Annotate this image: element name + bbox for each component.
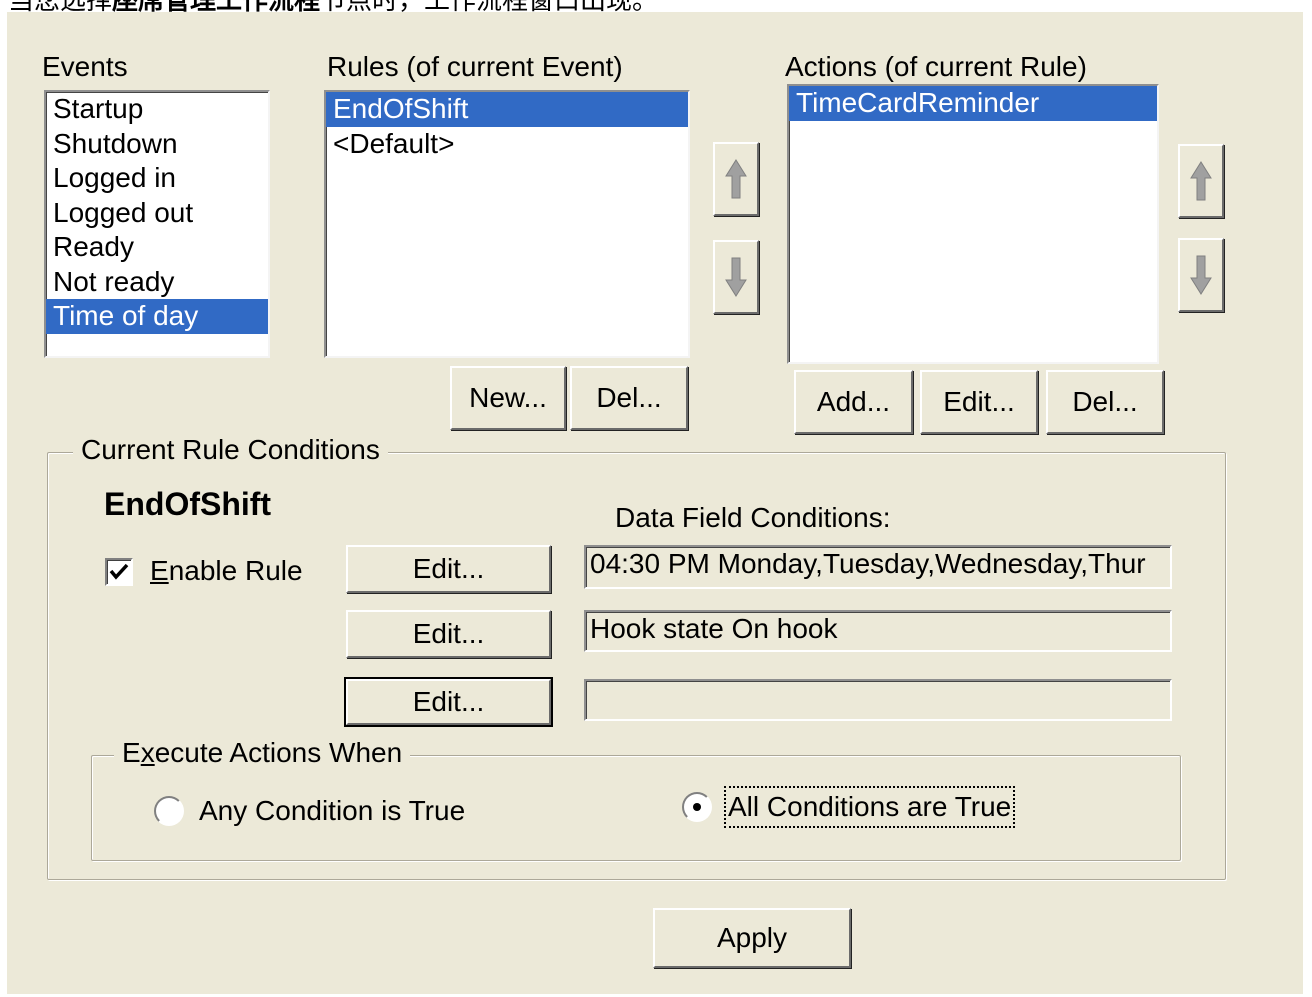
events-label: Events [42, 51, 128, 82]
enable-rule-accel: E [150, 555, 169, 586]
caption-text: 当您选择座席管理工作流程节点时，工作流程窗口出现。 [8, 0, 658, 12]
rules-listbox[interactable]: EndOfShift <Default> [324, 90, 690, 358]
rules-label: Rules (of current Event) [327, 51, 623, 82]
execute-label-rest: ecute Actions When [154, 737, 403, 768]
all-conditions-radio[interactable] [682, 792, 712, 822]
enable-rule-checkbox[interactable] [105, 558, 133, 586]
workflow-dialog: Events Startup Shutdown Logged in Logged ou… [7, 12, 1303, 994]
radio-selected-dot [693, 803, 701, 811]
caption-prefix: 当您选择 [8, 0, 112, 12]
enable-rule-label[interactable]: Enable Rule [150, 554, 303, 588]
all-conditions-label[interactable]: All Conditions are True [723, 786, 1016, 828]
any-condition-radio[interactable] [154, 796, 184, 826]
execute-label-prefix: E [122, 737, 141, 768]
events-listbox[interactable]: Startup Shutdown Logged in Logged out Ready N… [44, 90, 270, 358]
rule-name-heading: EndOfShift [104, 486, 272, 522]
condition-edit-button-1[interactable]: Edit... [346, 545, 551, 593]
any-condition-label[interactable]: Any Condition is True [199, 794, 465, 828]
event-list-item[interactable]: Time of day [46, 299, 268, 334]
execute-actions-group: Execute Actions When Any Condition is Tr… [91, 736, 1181, 861]
enable-rule-rest: nable Rule [168, 555, 303, 586]
rules-move-up-button[interactable] [713, 142, 759, 216]
rule-new-button[interactable]: New... [450, 366, 566, 430]
execute-label-accel: x [140, 737, 155, 768]
condition-edit-button-3[interactable]: Edit... [344, 677, 553, 727]
arrow-down-icon [1190, 255, 1212, 295]
arrow-down-icon [725, 257, 747, 297]
event-list-item[interactable]: Startup [46, 92, 268, 127]
action-edit-button[interactable]: Edit... [920, 370, 1038, 434]
event-list-item[interactable]: Not ready [46, 265, 268, 300]
checkmark-icon [109, 563, 129, 580]
rules-move-down-button[interactable] [713, 240, 759, 314]
rule-conditions-legend: Current Rule Conditions [73, 433, 388, 467]
action-add-button[interactable]: Add... [794, 370, 913, 434]
caption-bold: 座席管理工作流程 [112, 0, 320, 12]
condition-value-2: Hook state On hook [584, 610, 1172, 652]
actions-move-down-button[interactable] [1178, 238, 1224, 312]
actions-label: Actions (of current Rule) [785, 51, 1087, 82]
rule-conditions-group: Current Rule Conditions EndOfShift Data … [47, 433, 1226, 880]
arrow-up-icon [725, 159, 747, 199]
condition-edit-button-2[interactable]: Edit... [346, 610, 551, 658]
action-del-button[interactable]: Del... [1046, 370, 1164, 434]
rule-del-button[interactable]: Del... [570, 366, 688, 430]
event-list-item[interactable]: Ready [46, 230, 268, 265]
execute-actions-legend: Execute Actions When [114, 736, 411, 770]
event-list-item[interactable]: Shutdown [46, 127, 268, 162]
event-list-item[interactable]: Logged in [46, 161, 268, 196]
apply-button[interactable]: Apply [653, 908, 851, 968]
caption-suffix: 节点时，工作流程窗口出现。 [320, 0, 658, 12]
action-list-item[interactable]: TimeCardReminder [789, 86, 1157, 121]
arrow-up-icon [1190, 161, 1212, 201]
actions-listbox[interactable]: TimeCardReminder [787, 84, 1159, 364]
condition-value-1: 04:30 PM Monday,Tuesday,Wednesday,Thur [584, 545, 1172, 589]
rule-list-item[interactable]: <Default> [326, 127, 688, 162]
rule-list-item[interactable]: EndOfShift [326, 92, 688, 127]
data-field-conditions-label: Data Field Conditions: [615, 502, 891, 533]
condition-value-3 [584, 679, 1172, 721]
actions-move-up-button[interactable] [1178, 144, 1224, 218]
event-list-item[interactable]: Logged out [46, 196, 268, 231]
